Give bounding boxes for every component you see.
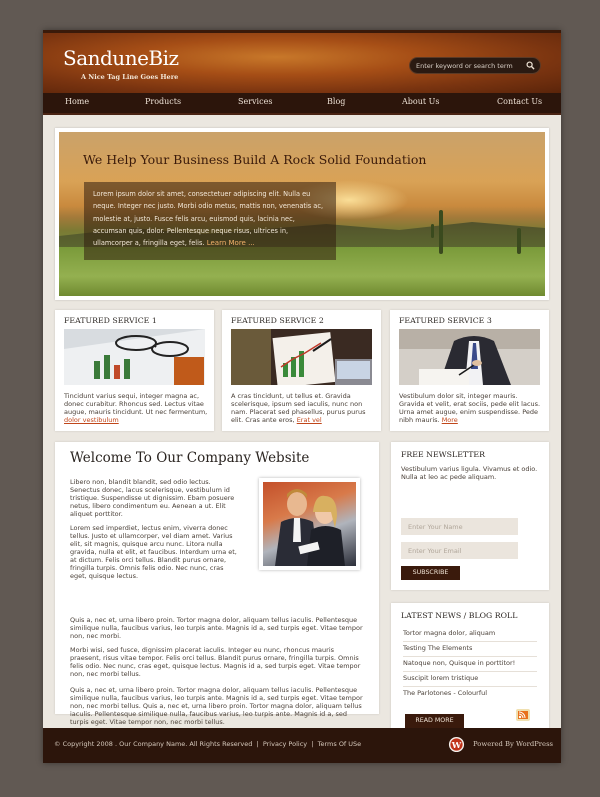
service-link[interactable]: dolor vestibulum [64, 416, 119, 424]
welcome-photo-frame [259, 478, 360, 570]
terms-link[interactable]: Terms Of USe [318, 740, 362, 748]
email-field[interactable] [401, 542, 518, 559]
powered-by-text: Powered By WordPress [473, 740, 554, 748]
service-text: Vestibulum dolor sit, integer mauris. Gr… [399, 392, 541, 424]
footer-text: © Copyright 2008 . Our Company Name. All… [54, 740, 362, 748]
welcome-panel: Welcome To Our Company Website Libero no… [55, 442, 379, 726]
service-title: FEATURED SERVICE 1 [64, 316, 157, 325]
site-footer: © Copyright 2008 . Our Company Name. All… [43, 728, 561, 763]
welcome-title: Welcome To Our Company Website [70, 450, 310, 466]
news-item[interactable]: The Parlotones - Colourful [403, 687, 537, 702]
wordpress-icon[interactable]: W [448, 736, 465, 753]
service-title: FEATURED SERVICE 2 [231, 316, 324, 325]
service-image [231, 329, 372, 385]
service-title: FEATURED SERVICE 3 [399, 316, 492, 325]
nav-home[interactable]: Home [65, 97, 89, 106]
main-nav: Home Products Services Blog About Us Con… [43, 93, 561, 115]
cactus-arm-image [431, 224, 434, 238]
welcome-paragraph-2: Lorem sed imperdiet, lectus enim, viverr… [70, 524, 237, 580]
svg-text:W: W [451, 741, 462, 751]
read-more-button[interactable]: READ MORE [405, 714, 464, 728]
service-link[interactable]: More [442, 416, 458, 424]
hero-banner: We Help Your Business Build A Rock Solid… [59, 132, 545, 296]
cactus-image [517, 228, 521, 254]
news-item[interactable]: Testing The Elements [403, 642, 537, 657]
page-wrapper: SanduneBiz A Nice Tag Line Goes Here Hom… [43, 30, 561, 763]
banner-title: We Help Your Business Build A Rock Solid… [83, 152, 427, 167]
featured-service-1: FEATURED SERVICE 1 Tincidunt varius sequ… [55, 310, 214, 431]
welcome-paragraph-3: Quis a, nec et, urna libero proin. Torto… [70, 616, 363, 640]
news-item[interactable]: Tortor magna dolor, aliquam [403, 627, 537, 642]
service-image [64, 329, 205, 385]
nav-products[interactable]: Products [145, 97, 181, 106]
service-text: A cras tincidunt, ut tellus et. Gravida … [231, 392, 366, 424]
news-item[interactable]: Natoque non, Quisque in porttitor! [403, 657, 537, 672]
privacy-policy-link[interactable]: Privacy Policy [263, 740, 307, 748]
newsletter-text: Vestibulum varius ligula. Vivamus et odi… [401, 465, 538, 481]
service-link[interactable]: Erat vel [297, 416, 322, 424]
banner-frame: We Help Your Business Build A Rock Solid… [55, 128, 549, 300]
welcome-paragraph-1: Libero non, blandit blandit, sed odio le… [70, 478, 235, 518]
site-header: SanduneBiz A Nice Tag Line Goes Here [43, 30, 561, 93]
welcome-paragraph-5: Quis a, nec et, urna libero proin. Torto… [70, 686, 363, 726]
cactus-image [439, 210, 443, 254]
site-tagline: A Nice Tag Line Goes Here [81, 73, 179, 81]
nav-services[interactable]: Services [238, 97, 272, 106]
name-field[interactable] [401, 518, 518, 535]
newsletter-title: FREE NEWSLETTER [401, 450, 485, 459]
search-box [409, 57, 541, 74]
featured-service-2: FEATURED SERVICE 2 A cras tincidunt, ut … [222, 310, 381, 431]
learn-more-link[interactable]: Learn More ... [207, 239, 255, 247]
copyright-text: © Copyright 2008 . Our Company Name. All… [54, 740, 253, 748]
business-people-photo [263, 482, 356, 566]
nav-blog[interactable]: Blog [327, 97, 345, 106]
service-text: Tincidunt varius sequi, integer magna ac… [64, 392, 208, 424]
search-input[interactable] [416, 61, 524, 71]
search-icon[interactable] [526, 61, 535, 70]
subscribe-button[interactable]: SUBSCRIBE [401, 566, 460, 580]
newsletter-panel: FREE NEWSLETTER Vestibulum varius ligula… [391, 442, 549, 590]
news-panel: LATEST NEWS / BLOG ROLL Tortor magna dol… [391, 603, 549, 728]
nav-contact-us[interactable]: Contact Us [497, 97, 542, 106]
rss-icon[interactable] [513, 703, 533, 723]
featured-service-3: FEATURED SERVICE 3 Vestibulum dolor sit,… [390, 310, 549, 431]
banner-textbox: Lorem ipsum dolor sit amet, consectetuer… [84, 182, 336, 260]
news-item[interactable]: Suscipit lorem tristique [403, 672, 537, 687]
site-logo[interactable]: SanduneBiz [63, 46, 179, 70]
news-title: LATEST NEWS / BLOG ROLL [401, 611, 518, 620]
welcome-paragraph-4: Morbi wisi, sed fusce, dignissim placera… [70, 646, 361, 678]
nav-about-us[interactable]: About Us [402, 97, 439, 106]
service-image [399, 329, 540, 385]
